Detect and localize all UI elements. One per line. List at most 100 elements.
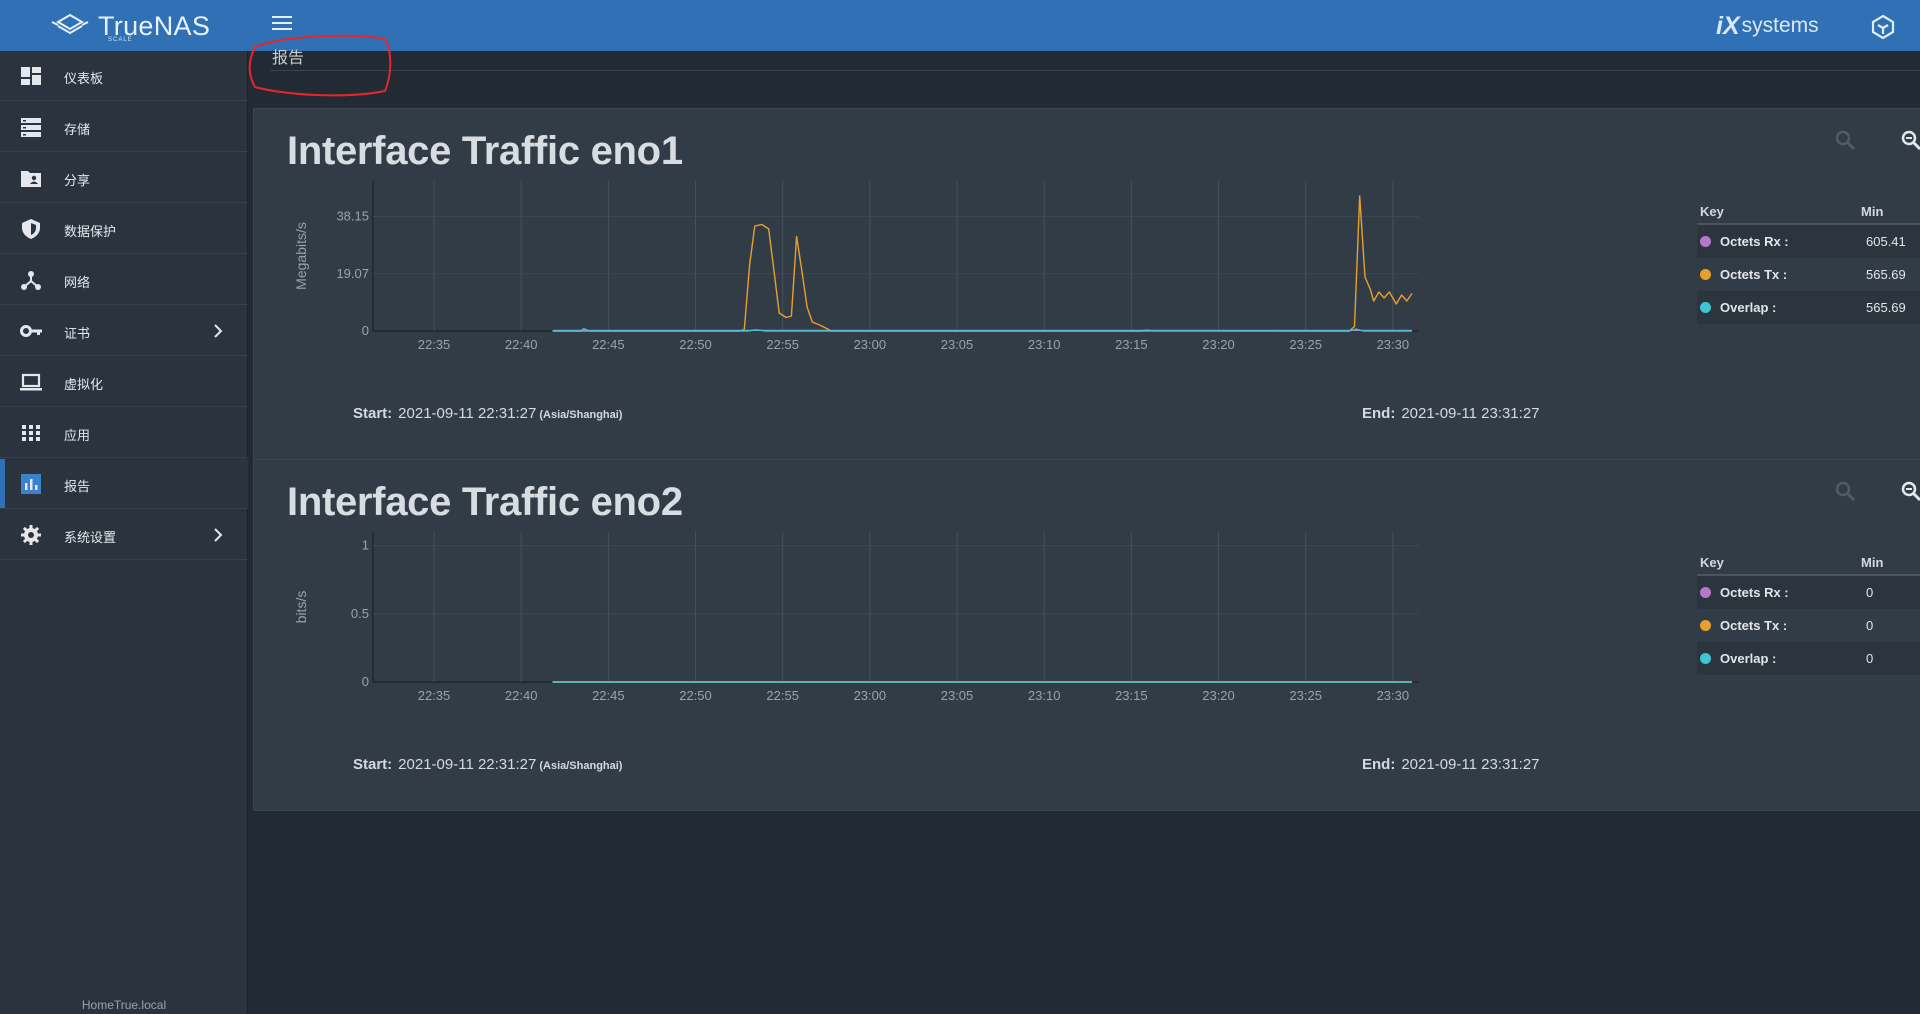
- sidebar-item-data-protection[interactable]: 数据保护: [0, 204, 248, 254]
- overlap-color-dot: [1700, 302, 1711, 313]
- sidebar-item-network[interactable]: 网络: [0, 255, 248, 305]
- sidebar-item-label: 分享: [64, 173, 91, 188]
- network-icon: [21, 271, 41, 290]
- x-tick-label: 23:20: [1202, 337, 1235, 352]
- key-icon: [20, 325, 42, 337]
- chevron-right-icon: [214, 528, 223, 542]
- chart-title: Interface Traffic eno1: [287, 129, 683, 173]
- chart-card-eno1: Interface Traffic eno1 22:35 22:40 22:45 22…: [253, 108, 1920, 460]
- zoom-out-icon[interactable]: [1900, 129, 1920, 151]
- x-tick-label: 23:05: [941, 337, 974, 352]
- start-label: Start:: [353, 405, 393, 422]
- chart-legend: Key Min Octets Rx : 0 Octets Tx : 0 Overlap…: [1697, 552, 1920, 675]
- x-tick-label: 23:05: [941, 688, 974, 703]
- chart-card-eno2: Interface Traffic eno2 22:35 22:40 22:45 22…: [253, 459, 1920, 811]
- zoom-out-icon[interactable]: [1900, 480, 1920, 502]
- apps-grid-icon: [22, 425, 40, 441]
- rx-color-dot: [1700, 587, 1711, 598]
- ixsystems-logo[interactable]: iX systems: [1716, 8, 1819, 44]
- end-label: End:: [1362, 756, 1396, 773]
- x-tick-label: 22:50: [679, 688, 712, 703]
- legend-series-name: Octets Tx :: [1720, 618, 1788, 633]
- legend-series-name: Octets Rx :: [1720, 234, 1789, 249]
- y-tick-label: 38.15: [336, 209, 369, 224]
- sidebar-item-sharing[interactable]: 分享: [0, 153, 248, 203]
- legend-row-rx: Octets Rx : 0: [1697, 576, 1920, 609]
- legend-min-value: 0: [1866, 618, 1874, 633]
- y-tick-label: 0.5: [351, 606, 369, 621]
- y-tick-label: 1: [362, 538, 369, 553]
- range-start: Start: 2021-09-11 22:31:27 (Asia/Shanghai): [353, 756, 622, 773]
- legend-key-header: Key: [1700, 204, 1724, 219]
- sidebar-item-certificates[interactable]: 证书: [0, 306, 248, 356]
- chevron-right-icon: [214, 324, 223, 338]
- truecommand-icon[interactable]: [1870, 14, 1896, 40]
- chart-title: Interface Traffic eno2: [287, 480, 683, 524]
- legend-header: Key Min: [1697, 552, 1920, 576]
- legend-min-value: 605.41: [1866, 234, 1906, 249]
- shield-icon: [22, 219, 40, 239]
- folder-shared-icon: [21, 171, 41, 187]
- chart-legend: Key Min Octets Rx : 605.41 Octets Tx : 565.…: [1697, 201, 1920, 324]
- storage-icon: [21, 118, 41, 137]
- y-tick-label: 19.07: [336, 266, 369, 281]
- legend-series-name: Overlap :: [1720, 651, 1777, 666]
- sidebar-item-storage[interactable]: 存储: [0, 102, 248, 152]
- tx-color-dot: [1700, 620, 1711, 631]
- zoom-in-icon[interactable]: [1834, 480, 1856, 502]
- sidebar-item-label: 应用: [64, 428, 91, 443]
- x-tick-label: 22:35: [418, 688, 451, 703]
- sidebar-item-label: 数据保护: [64, 224, 117, 239]
- range-end: End: 2021-09-11 23:31:27: [1362, 405, 1540, 422]
- legend-min-header: Min: [1861, 555, 1884, 570]
- vendor-prefix: iX: [1716, 11, 1740, 40]
- tx-color-dot: [1700, 269, 1711, 280]
- sidebar-item-system-settings[interactable]: 系统设置: [0, 510, 248, 560]
- x-tick-label: 23:25: [1289, 337, 1322, 352]
- legend-min-value: 565.69: [1866, 300, 1906, 315]
- legend-row-overlap: Overlap : 0: [1697, 642, 1920, 675]
- sidebar: 仪表板 存储 分享 数据保护 网络 证书 虚拟化 应用 报告 系统设置 Home…: [0, 51, 248, 1014]
- sidebar-item-reporting[interactable]: 报告: [0, 459, 248, 509]
- x-tick-label: 22:40: [505, 688, 538, 703]
- sidebar-item-label: 证书: [64, 326, 91, 341]
- start-value: 2021-09-11 22:31:27: [398, 756, 537, 773]
- y-axis-label: Megabits/s: [293, 222, 309, 290]
- range-end: End: 2021-09-11 23:31:27: [1362, 756, 1540, 773]
- x-tick-label: 23:15: [1115, 688, 1148, 703]
- x-tick-label: 23:15: [1115, 337, 1148, 352]
- x-tick-label: 23:30: [1377, 688, 1410, 703]
- legend-key-header: Key: [1700, 555, 1724, 570]
- sidebar-item-dashboard[interactable]: 仪表板: [0, 51, 248, 101]
- timezone: (Asia/Shanghai): [539, 409, 623, 421]
- sidebar-item-virtualization[interactable]: 虚拟化: [0, 357, 248, 407]
- legend-row-tx: Octets Tx : 0: [1697, 609, 1920, 642]
- legend-row-tx: Octets Tx : 565.69: [1697, 258, 1920, 291]
- sidebar-item-apps[interactable]: 应用: [0, 408, 248, 458]
- traffic-chart-eno1[interactable]: 22:35 22:40 22:45 22:50 22:55 23:00 23:05 23:10…: [278, 179, 1618, 385]
- sidebar-item-label: 网络: [64, 275, 91, 290]
- zoom-in-icon[interactable]: [1834, 129, 1856, 151]
- overlap-color-dot: [1700, 653, 1711, 664]
- sidebar-item-label: 存储: [64, 122, 91, 137]
- red-circle-annotation: [248, 34, 392, 97]
- x-tick-label: 22:45: [592, 688, 625, 703]
- legend-series-name: Overlap :: [1720, 300, 1777, 315]
- legend-min-value: 0: [1866, 651, 1874, 666]
- x-tick-label: 23:00: [854, 337, 887, 352]
- traffic-chart-eno2[interactable]: 22:35 22:40 22:45 22:50 22:55 23:00 23:05 23:10…: [278, 530, 1618, 736]
- start-value: 2021-09-11 22:31:27: [398, 405, 537, 422]
- sidebar-item-label: 系统设置: [64, 530, 117, 545]
- timezone: (Asia/Shanghai): [539, 760, 623, 772]
- end-value: 2021-09-11 23:31:27: [1401, 756, 1540, 773]
- gear-icon: [21, 525, 41, 545]
- range-start: Start: 2021-09-11 22:31:27 (Asia/Shanghai): [353, 405, 622, 422]
- x-tick-label: 22:35: [418, 337, 451, 352]
- x-tick-label: 22:45: [592, 337, 625, 352]
- x-tick-label: 23:30: [1377, 337, 1410, 352]
- hostname: HomeTrue.local: [81, 998, 167, 1012]
- x-tick-label: 23:10: [1028, 337, 1061, 352]
- sidebar-item-label: 仪表板: [64, 71, 104, 86]
- x-tick-label: 22:55: [766, 337, 799, 352]
- truenas-logo[interactable]: TrueNAS SCALE: [48, 8, 210, 44]
